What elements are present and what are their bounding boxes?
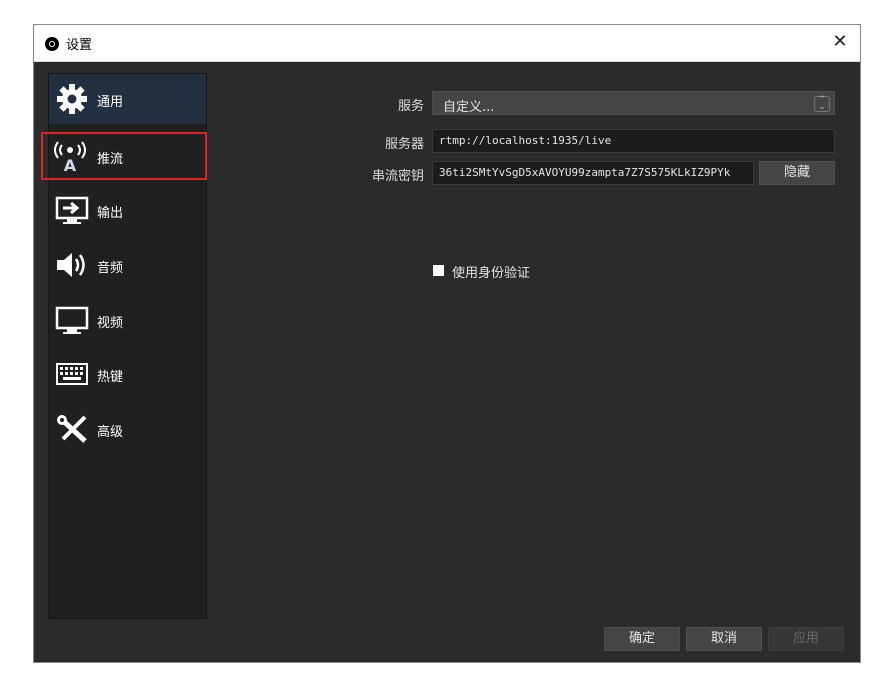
sidebar-item-output[interactable]: 输出 — [49, 185, 206, 235]
sidebar-item-label: 音频 — [97, 261, 124, 276]
auth-checkbox-label: 使用身份验证 — [452, 266, 531, 281]
auth-checkbox[interactable] — [433, 265, 444, 276]
keyboard-icon — [55, 358, 89, 390]
sidebar-item-label: 输出 — [97, 206, 124, 221]
tools-icon — [55, 413, 89, 445]
service-select[interactable]: 自定义... ⌃ ⌄ — [432, 91, 835, 115]
close-button[interactable]: ✕ — [828, 30, 852, 54]
hide-key-button[interactable]: 隐藏 — [759, 161, 835, 185]
stream-key-label: 串流密钥 — [371, 169, 424, 184]
sidebar-item-hotkeys[interactable]: 热键 — [49, 349, 206, 399]
output-icon — [55, 194, 89, 226]
settings-window: 设置 ✕ 通用 A 推流 输出 音频 视频 热键 高级 服务 自定义... ⌃ … — [33, 24, 861, 663]
sidebar-item-audio[interactable]: 音频 — [49, 240, 206, 290]
sidebar-item-label: 热键 — [97, 370, 124, 385]
stream-key-input[interactable]: 36ti2SMtYvSgD5xAVOYU99zampta7Z7S575KLkIZ… — [432, 161, 754, 185]
title-bar: 设置 ✕ — [34, 25, 860, 62]
server-input[interactable]: rtmp://localhost:1935/live — [432, 129, 835, 153]
obs-logo-icon — [45, 37, 59, 51]
settings-sidebar: 通用 A 推流 输出 音频 视频 热键 高级 — [41, 73, 207, 619]
service-label: 服务 — [397, 99, 424, 114]
service-value: 自定义... — [443, 100, 495, 115]
window-title: 设置 — [66, 38, 93, 53]
speaker-icon — [55, 249, 89, 281]
cancel-button[interactable]: 取消 — [686, 627, 762, 651]
sidebar-item-video[interactable]: 视频 — [49, 295, 206, 345]
monitor-icon — [55, 304, 89, 336]
sidebar-item-label: 视频 — [97, 316, 124, 331]
apply-button[interactable]: 应用 — [768, 627, 844, 651]
sidebar-item-label: 高级 — [97, 425, 124, 440]
chevron-updown-icon: ⌃ ⌄ — [814, 96, 830, 112]
ok-button[interactable]: 确定 — [604, 627, 680, 651]
sidebar-item-advanced[interactable]: 高级 — [49, 404, 206, 454]
server-label: 服务器 — [384, 137, 424, 152]
stream-key-value: 36ti2SMtYvSgD5xAVOYU99zampta7Z7S575KLkIZ… — [439, 166, 731, 179]
